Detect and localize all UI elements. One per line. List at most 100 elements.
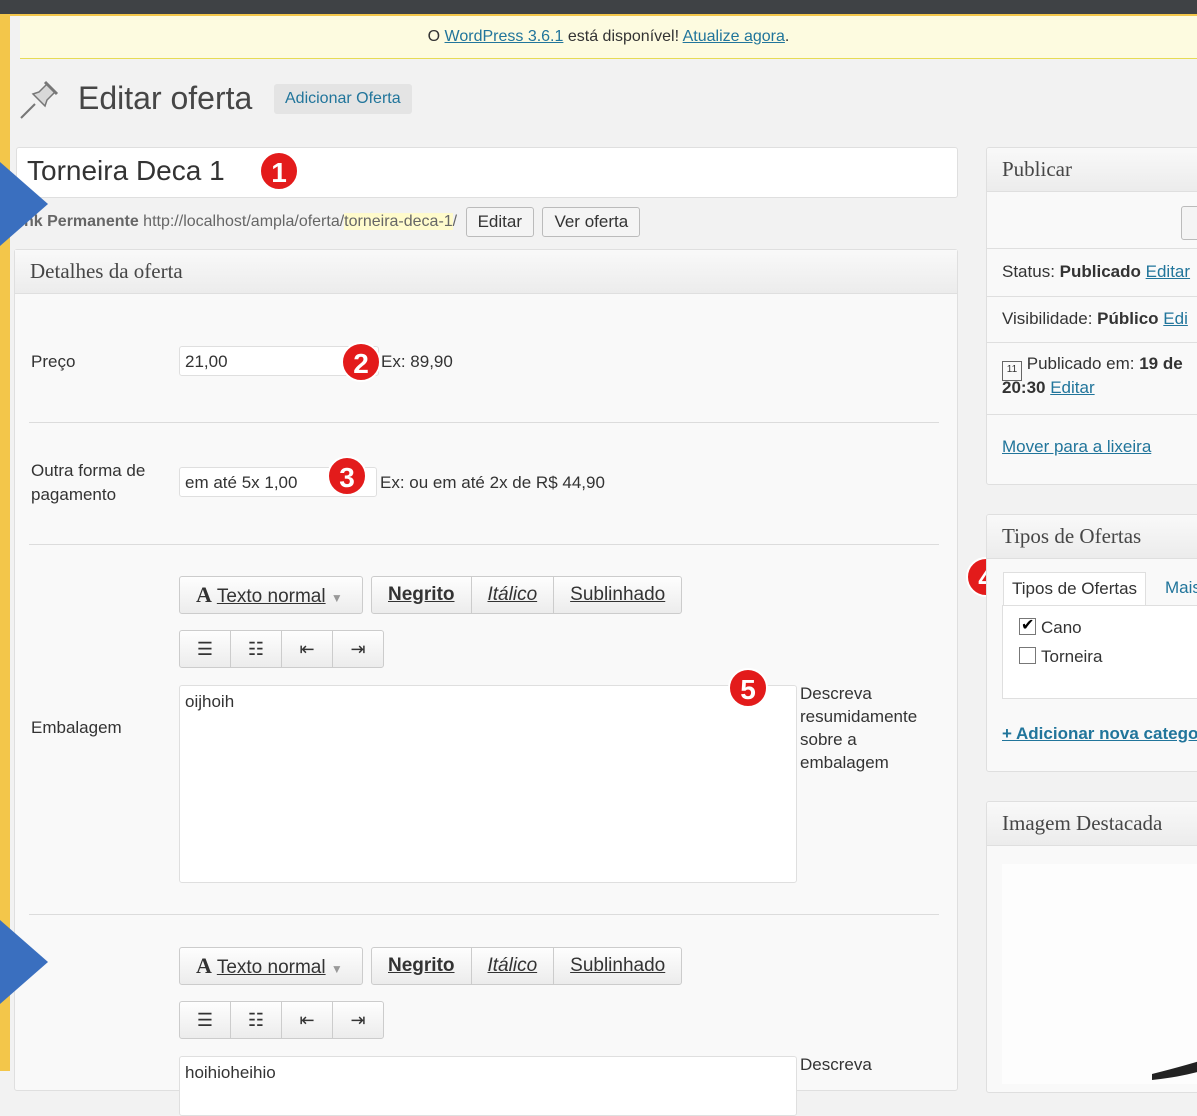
field-separator	[29, 544, 939, 545]
permalink-row: nk Permanente http://localhost/ampla/ofe…	[24, 207, 641, 237]
packaging-hint-line: embalagem	[800, 753, 889, 772]
notice-suffix: .	[784, 28, 790, 45]
bullet-list-icon[interactable]: ☰	[180, 1002, 231, 1038]
second-textarea[interactable]: hoihioheihio	[179, 1056, 797, 1116]
status-label: Status:	[1002, 262, 1055, 281]
published-edit-link[interactable]: Editar	[1050, 378, 1094, 397]
packaging-textarea[interactable]: oijhoih	[179, 685, 797, 883]
annotation-marker-5: 5	[728, 668, 768, 708]
view-offer-button[interactable]: Ver oferta	[542, 207, 641, 237]
published-time: 20:30	[1002, 378, 1046, 397]
featured-image-thumbnail[interactable]	[1002, 864, 1197, 1084]
left-frame-border	[0, 0, 10, 1071]
published-label: Publicado em:	[1026, 354, 1135, 373]
permalink-slug[interactable]: torneira-deca-1	[344, 213, 453, 231]
move-to-trash-link[interactable]: Mover para a lixeira	[1002, 437, 1151, 456]
bold-button-2[interactable]: Negrito	[372, 948, 472, 984]
italic-button-2[interactable]: Itálico	[472, 948, 555, 984]
notice-middle: está disponível!	[567, 28, 680, 45]
visibility-row: Visibilidade: Público Edi	[1002, 309, 1188, 329]
indent-icon[interactable]: ⇥	[333, 631, 383, 667]
visibility-value: Público	[1097, 309, 1159, 328]
italic-button[interactable]: Itálico	[472, 577, 555, 613]
trash-row: Mover para a lixeira	[1002, 437, 1151, 457]
add-category-row: + Adicionar nova catego	[1002, 724, 1197, 744]
add-new-category-link[interactable]: + Adicionar nova catego	[1002, 724, 1197, 743]
post-title-text: Torneira Deca 1	[27, 155, 225, 186]
status-value: Publicado	[1059, 262, 1141, 281]
bullet-list-icon[interactable]: ☰	[180, 631, 231, 667]
format-label: Texto normal	[216, 586, 326, 607]
update-now-link[interactable]: Atualize agora	[683, 28, 785, 45]
payment-label-line1: Outra forma de	[31, 461, 146, 480]
annotation-marker-2: 2	[341, 342, 381, 382]
packaging-label: Embalagem	[31, 718, 122, 737]
packaging-hint-line: sobre a	[800, 730, 857, 749]
visibility-label: Visibilidade:	[1002, 309, 1093, 328]
notice-prefix: O	[427, 28, 441, 45]
numbered-list-icon[interactable]: ☷	[231, 1002, 282, 1038]
field-separator	[29, 914, 939, 915]
wordpress-version-link[interactable]: WordPress 3.6.1	[445, 28, 564, 45]
tab-most-used[interactable]: Mais	[1157, 572, 1197, 604]
category-list: Cano Torneira	[1002, 605, 1197, 699]
annotation-arrow-icon	[0, 162, 48, 246]
featured-image-title: Imagem Destacada	[987, 802, 1197, 846]
underline-button-2[interactable]: Sublinhado	[554, 948, 681, 984]
checkbox-unchecked-icon[interactable]	[1019, 647, 1036, 664]
publish-separator	[987, 342, 1197, 343]
add-offer-button[interactable]: Adicionar Oferta	[274, 84, 412, 114]
second-hint: Descreva	[800, 1055, 872, 1074]
category-item-cano[interactable]: Cano	[1019, 615, 1082, 638]
list-toolbar-2: ☰ ☷ ⇤ ⇥	[179, 1001, 384, 1039]
preview-button[interactable]	[1181, 206, 1197, 240]
publish-box: Publicar Status: Publicado Editar Visibi…	[986, 147, 1197, 485]
annotation-arrow-icon	[0, 920, 48, 1004]
format-select-2[interactable]: A Texto normal ▼	[180, 948, 359, 984]
numbered-list-icon[interactable]: ☷	[231, 631, 282, 667]
tab-all-offer-types[interactable]: Tipos de Ofertas	[1003, 572, 1147, 605]
publish-separator	[987, 296, 1197, 297]
offer-details-box: Detalhes da oferta Preço 21,00 Ex: 89,90…	[14, 249, 958, 1116]
text-format-icon: A	[196, 953, 212, 978]
format-dropdown[interactable]: A Texto normal ▼	[179, 576, 363, 614]
bold-button[interactable]: Negrito	[372, 577, 472, 613]
price-hint: Ex: 89,90	[381, 352, 453, 371]
packaging-hint-line: Descreva	[800, 684, 872, 703]
offer-types-box: Tipos de Ofertas Tipos de Ofertas Mais C…	[986, 514, 1197, 772]
admin-top-bar	[0, 0, 1197, 16]
permalink-end: /	[452, 213, 458, 231]
chevron-down-icon: ▼	[330, 962, 343, 976]
post-title-input[interactable]: Torneira Deca 1	[16, 147, 958, 198]
category-label: Cano	[1041, 618, 1082, 637]
payment-hint: Ex: ou em até 2x de R$ 44,90	[380, 473, 605, 492]
category-item-torneira[interactable]: Torneira	[1019, 647, 1102, 667]
status-edit-link[interactable]: Editar	[1146, 262, 1190, 281]
faucet-image-icon	[1152, 1061, 1197, 1080]
underline-button[interactable]: Sublinhado	[554, 577, 681, 613]
offer-details-title: Detalhes da oferta	[15, 250, 957, 294]
publish-separator	[987, 248, 1197, 249]
outdent-icon[interactable]: ⇤	[282, 1002, 333, 1038]
checkbox-checked-icon[interactable]	[1019, 615, 1036, 635]
update-notice: O WordPress 3.6.1 está disponível! Atual…	[20, 16, 1197, 59]
published-time-row: 20:30 Editar	[1002, 378, 1095, 398]
format-dropdown-2[interactable]: A Texto normal ▼	[179, 947, 363, 985]
indent-icon[interactable]: ⇥	[333, 1002, 383, 1038]
format-select[interactable]: A Texto normal ▼	[180, 577, 359, 613]
field-separator	[29, 422, 939, 423]
text-style-toolbar: Negrito Itálico Sublinhado	[371, 576, 683, 614]
publish-separator	[987, 414, 1197, 415]
chevron-down-icon: ▼	[330, 591, 343, 605]
published-row: 11 Publicado em: 19 de	[1002, 354, 1183, 381]
annotation-marker-3: 3	[327, 456, 367, 496]
visibility-edit-link[interactable]: Edi	[1163, 309, 1188, 328]
packaging-hint: Descreva resumidamente sobre a embalagem	[800, 682, 917, 774]
packaging-hint-line: resumidamente	[800, 707, 918, 726]
edit-permalink-button[interactable]: Editar	[465, 207, 534, 237]
offer-types-title: Tipos de Ofertas	[987, 515, 1197, 559]
list-toolbar: ☰ ☷ ⇤ ⇥	[179, 630, 384, 668]
payment-label-line2: pagamento	[31, 485, 117, 504]
page-title: Editar oferta	[78, 80, 253, 116]
outdent-icon[interactable]: ⇤	[282, 631, 333, 667]
